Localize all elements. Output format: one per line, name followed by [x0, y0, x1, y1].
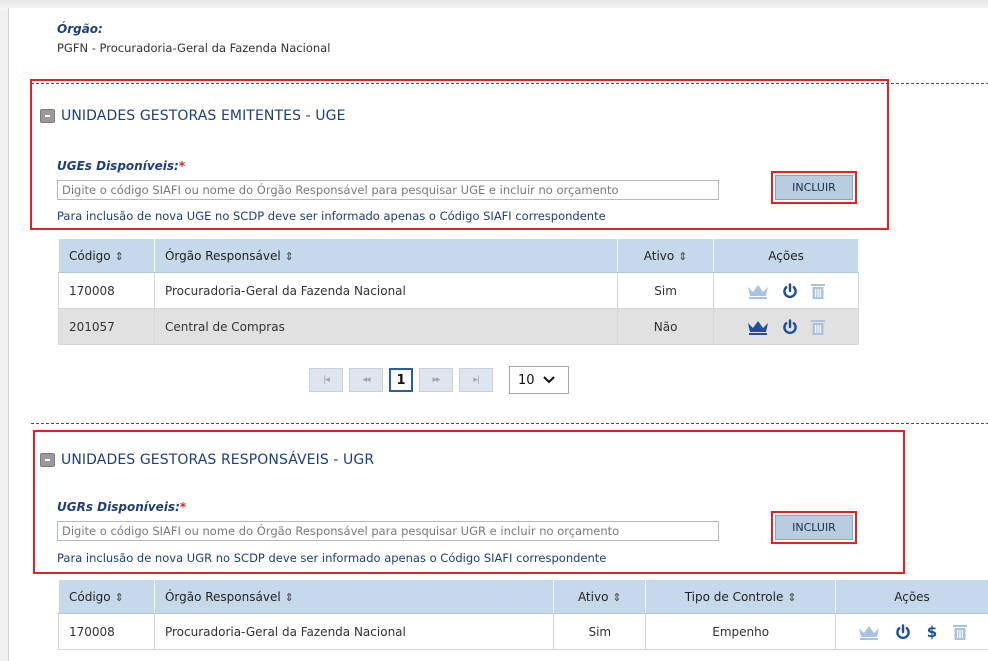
sort-icon: ⇕ [114, 590, 124, 604]
sort-icon: ⇕ [678, 249, 688, 263]
power-icon[interactable] [782, 318, 798, 335]
crown-icon[interactable] [747, 283, 769, 299]
page-size-value: 10 [518, 372, 535, 388]
power-icon[interactable] [782, 282, 798, 299]
collapse-icon[interactable] [40, 453, 55, 467]
prev-page-button[interactable]: ◂◂ [349, 368, 383, 392]
page-size-select[interactable]: 10 [509, 366, 569, 394]
orgao-value: PGFN - Procuradoria-Geral da Fazenda Nac… [57, 41, 331, 55]
ugr-section-title: UNIDADES GESTORAS RESPONSÁVEIS - UGR [61, 452, 375, 468]
orgao-label: Órgão: [57, 22, 103, 36]
cell-acoes [713, 272, 859, 309]
cell-codigo: 170008 [58, 613, 155, 650]
ugr-incluir-highlight: INCLUIR [771, 511, 857, 544]
uge-table: Código ⇕ Órgão Responsável ⇕ Ativo ⇕ Ações … [58, 238, 859, 345]
cell-acoes [713, 308, 859, 345]
uge-incluir-highlight: INCLUIR [771, 171, 857, 204]
sort-icon: ⇕ [787, 590, 797, 604]
uge-field-label: UGEs Disponíveis:* [57, 159, 186, 173]
col-acoes: Ações [713, 238, 859, 273]
cell-tipo-controle: Empenho [645, 613, 837, 650]
sort-icon: ⇕ [284, 249, 294, 263]
table-row: 170008 Procuradoria-Geral da Fazenda Nac… [58, 613, 988, 650]
current-page[interactable]: 1 [389, 368, 413, 392]
crown-icon[interactable] [858, 624, 880, 640]
power-icon[interactable] [895, 623, 911, 640]
trash-icon[interactable] [811, 283, 826, 299]
table-row: 170008 Procuradoria-Geral da Fazenda Nac… [58, 272, 859, 309]
cell-acoes: $ [835, 613, 988, 650]
cell-orgao: Procuradoria-Geral da Fazenda Nacional [154, 613, 555, 650]
uge-search-input[interactable] [57, 180, 719, 200]
pagination: |◂ ◂◂ 1 ▸▸ ▸| 10 [309, 366, 569, 394]
uge-section-header[interactable]: UNIDADES GESTORAS EMITENTES - UGE [40, 108, 346, 124]
col-orgao[interactable]: Órgão Responsável ⇕ [153, 238, 619, 273]
sort-icon: ⇕ [114, 249, 124, 263]
uge-highlight-box [30, 79, 889, 230]
first-page-button[interactable]: |◂ [309, 368, 343, 392]
sort-icon: ⇕ [612, 590, 622, 604]
ugr-section-header[interactable]: UNIDADES GESTORAS RESPONSÁVEIS - UGR [40, 452, 374, 468]
page-content: Órgão: PGFN - Procuradoria-Geral da Faze… [8, 8, 988, 661]
ugr-table: Código ⇕ Órgão Responsável ⇕ Ativo ⇕ Tipo d… [58, 579, 988, 650]
crown-icon[interactable] [747, 319, 769, 335]
uge-incluir-button[interactable]: INCLUIR [775, 175, 853, 200]
col-ativo[interactable]: Ativo ⇕ [617, 238, 715, 273]
ugr-field-label: UGRs Disponíveis:* [57, 500, 187, 514]
trash-icon[interactable] [952, 624, 967, 640]
cell-orgao: Central de Compras [154, 308, 619, 345]
cell-codigo: 201057 [58, 308, 155, 345]
next-page-button[interactable]: ▸▸ [419, 368, 453, 392]
chevron-down-icon [542, 376, 555, 384]
table-row: 201057 Central de Compras Não [58, 308, 859, 345]
last-page-button[interactable]: ▸| [459, 368, 493, 392]
col-ativo[interactable]: Ativo ⇕ [553, 579, 647, 614]
col-codigo[interactable]: Código ⇕ [58, 238, 155, 273]
sort-icon: ⇕ [284, 590, 294, 604]
collapse-icon[interactable] [40, 109, 55, 123]
cell-codigo: 170008 [58, 272, 155, 309]
cell-orgao: Procuradoria-Geral da Fazenda Nacional [154, 272, 619, 309]
trash-icon[interactable] [811, 319, 826, 335]
dollar-icon[interactable]: $ [926, 623, 938, 641]
ugr-search-input[interactable] [57, 521, 719, 541]
ugr-hint: Para inclusão de nova UGR no SCDP deve s… [57, 551, 607, 565]
section-divider [31, 423, 988, 424]
uge-hint: Para inclusão de nova UGE no SCDP deve s… [57, 209, 606, 223]
svg-text:$: $ [926, 624, 936, 640]
cell-ativo: Não [617, 308, 715, 345]
col-tipo-controle[interactable]: Tipo de Controle ⇕ [645, 579, 837, 614]
col-codigo[interactable]: Código ⇕ [58, 579, 155, 614]
uge-section-title: UNIDADES GESTORAS EMITENTES - UGE [61, 108, 346, 124]
cell-ativo: Sim [617, 272, 715, 309]
cell-ativo: Sim [553, 613, 647, 650]
col-orgao[interactable]: Órgão Responsável ⇕ [153, 579, 555, 614]
col-acoes: Ações [835, 579, 988, 614]
ugr-incluir-button[interactable]: INCLUIR [775, 515, 853, 540]
